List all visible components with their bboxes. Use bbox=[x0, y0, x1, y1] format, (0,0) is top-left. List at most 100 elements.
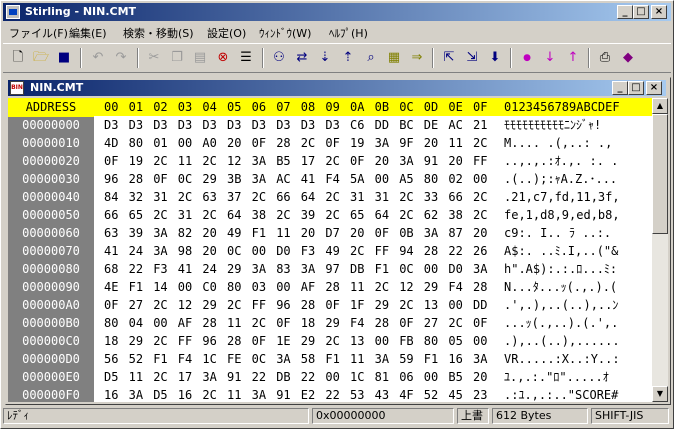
hex-byte[interactable]: 2C bbox=[178, 189, 202, 205]
hex-byte[interactable]: 84 bbox=[104, 189, 128, 205]
hex-byte[interactable]: 4E bbox=[104, 279, 128, 295]
paste-icon[interactable]: ▤ bbox=[189, 48, 211, 68]
hex-byte[interactable]: 2C bbox=[276, 207, 300, 223]
minimize-button[interactable]: _ bbox=[617, 5, 633, 19]
hex-byte[interactable]: 0F bbox=[325, 135, 349, 151]
hex-byte[interactable]: 2C bbox=[399, 207, 423, 223]
hex-byte[interactable]: 01 bbox=[153, 135, 177, 151]
hex-byte[interactable]: 2C bbox=[375, 279, 399, 295]
hex-byte[interactable]: 00 bbox=[153, 315, 177, 331]
delete-icon[interactable]: ⊗ bbox=[212, 48, 234, 68]
hex-byte[interactable]: 2C bbox=[202, 153, 226, 169]
hex-byte[interactable]: 3A bbox=[473, 351, 497, 367]
hex-byte[interactable]: 3A bbox=[153, 225, 177, 241]
hex-byte[interactable]: DB bbox=[276, 369, 300, 385]
hex-byte[interactable]: 11 bbox=[178, 153, 202, 169]
hex-byte[interactable]: 12 bbox=[178, 297, 202, 313]
hex-byte[interactable]: B5 bbox=[276, 153, 300, 169]
hex-byte[interactable]: 0F bbox=[252, 135, 276, 151]
hex-byte[interactable]: FF bbox=[252, 297, 276, 313]
hex-byte[interactable]: 56 bbox=[104, 351, 128, 367]
hex-byte[interactable]: 66 bbox=[276, 189, 300, 205]
hex-byte[interactable]: DD bbox=[375, 117, 399, 133]
hex-byte[interactable]: 12 bbox=[399, 279, 423, 295]
hex-byte[interactable]: 16 bbox=[104, 387, 128, 402]
hex-byte[interactable]: FB bbox=[399, 333, 423, 349]
hex-byte[interactable]: 20 bbox=[473, 369, 497, 385]
doc-close-button[interactable]: × bbox=[646, 81, 662, 95]
select-all-icon[interactable]: ☰ bbox=[235, 48, 257, 68]
hex-byte[interactable]: D5 bbox=[104, 369, 128, 385]
hex-byte[interactable]: 2C bbox=[448, 315, 472, 331]
hex-byte[interactable]: 28 bbox=[325, 279, 349, 295]
hex-byte[interactable]: 96 bbox=[276, 297, 300, 313]
insert-block-icon[interactable]: ⇱ bbox=[438, 48, 460, 68]
hex-byte[interactable]: 31 bbox=[350, 189, 374, 205]
hex-byte[interactable]: D3 bbox=[104, 117, 128, 133]
hex-byte[interactable]: 82 bbox=[178, 225, 202, 241]
hex-byte[interactable]: 43 bbox=[375, 387, 399, 402]
hex-byte[interactable]: 0F bbox=[252, 333, 276, 349]
close-button[interactable]: × bbox=[651, 5, 667, 19]
jump-icon[interactable]: ⇒ bbox=[406, 48, 428, 68]
hex-byte[interactable]: 00 bbox=[375, 333, 399, 349]
hex-byte[interactable]: 29 bbox=[227, 261, 251, 277]
hex-byte[interactable]: 31 bbox=[178, 207, 202, 223]
hex-byte[interactable]: A0 bbox=[202, 135, 226, 151]
hex-byte[interactable]: 28 bbox=[276, 135, 300, 151]
hex-byte[interactable]: 2C bbox=[153, 297, 177, 313]
hex-byte[interactable]: 41 bbox=[104, 243, 128, 259]
hex-byte[interactable]: 11 bbox=[227, 387, 251, 402]
hex-byte[interactable]: 41 bbox=[301, 171, 325, 187]
hex-byte[interactable]: 31 bbox=[375, 189, 399, 205]
settings-icon[interactable]: ◆ bbox=[617, 48, 639, 68]
hex-byte[interactable]: 0F bbox=[399, 315, 423, 331]
hex-byte[interactable]: 3A bbox=[276, 351, 300, 367]
hex-byte[interactable]: 0C bbox=[227, 243, 251, 259]
hex-byte[interactable]: D5 bbox=[153, 387, 177, 402]
hex-byte[interactable]: 3A bbox=[399, 153, 423, 169]
hex-byte[interactable]: 37 bbox=[227, 189, 251, 205]
hex-byte[interactable]: 2C bbox=[202, 387, 226, 402]
hex-byte[interactable]: 00 bbox=[473, 333, 497, 349]
find-icon[interactable]: ⚇ bbox=[268, 48, 290, 68]
hex-byte[interactable]: 11 bbox=[276, 225, 300, 241]
hex-byte[interactable]: 3A bbox=[473, 261, 497, 277]
hex-byte[interactable]: 29 bbox=[202, 297, 226, 313]
hex-byte[interactable]: F3 bbox=[153, 261, 177, 277]
hex-byte[interactable]: 33 bbox=[424, 189, 448, 205]
hex-byte[interactable]: AF bbox=[301, 279, 325, 295]
hex-byte[interactable]: F1 bbox=[375, 261, 399, 277]
hex-byte[interactable]: 49 bbox=[227, 225, 251, 241]
hex-byte[interactable]: 94 bbox=[399, 243, 423, 259]
hex-byte[interactable]: 0F bbox=[350, 153, 374, 169]
hex-byte[interactable]: 80 bbox=[129, 135, 153, 151]
hex-byte[interactable]: 2C bbox=[325, 333, 349, 349]
hex-byte[interactable]: 83 bbox=[276, 261, 300, 277]
hex-byte[interactable]: 4D bbox=[104, 135, 128, 151]
hex-byte[interactable]: 2C bbox=[153, 333, 177, 349]
hex-byte[interactable]: 24 bbox=[129, 243, 153, 259]
hex-byte[interactable]: 29 bbox=[325, 315, 349, 331]
hex-byte[interactable]: 00 bbox=[276, 279, 300, 295]
hex-byte[interactable]: 64 bbox=[301, 189, 325, 205]
hex-byte[interactable]: 00 bbox=[178, 279, 202, 295]
hex-byte[interactable]: 22 bbox=[448, 243, 472, 259]
hex-byte[interactable]: 18 bbox=[104, 333, 128, 349]
hex-view[interactable]: ADDRESS 0123456789ABCDEF 00 01 02 03 04 05 06 0… bbox=[8, 98, 652, 402]
hex-byte[interactable]: 20 bbox=[424, 135, 448, 151]
hex-byte[interactable]: 2C bbox=[325, 189, 349, 205]
hex-byte[interactable]: F4 bbox=[350, 315, 374, 331]
menu-edit[interactable]: 編集(E) bbox=[69, 25, 107, 41]
doc-minimize-button[interactable]: _ bbox=[612, 81, 628, 95]
hex-byte[interactable]: AC bbox=[448, 117, 472, 133]
save-icon[interactable]: ■ bbox=[53, 48, 75, 68]
hex-byte[interactable]: 27 bbox=[424, 315, 448, 331]
hex-byte[interactable]: F1 bbox=[252, 225, 276, 241]
hex-byte[interactable]: 3A bbox=[375, 135, 399, 151]
hex-byte[interactable]: 31 bbox=[153, 189, 177, 205]
hex-byte[interactable]: 96 bbox=[202, 333, 226, 349]
doc-maximize-button[interactable]: □ bbox=[628, 81, 644, 95]
hex-byte[interactable]: 3A bbox=[202, 369, 226, 385]
hex-byte[interactable]: 64 bbox=[375, 207, 399, 223]
